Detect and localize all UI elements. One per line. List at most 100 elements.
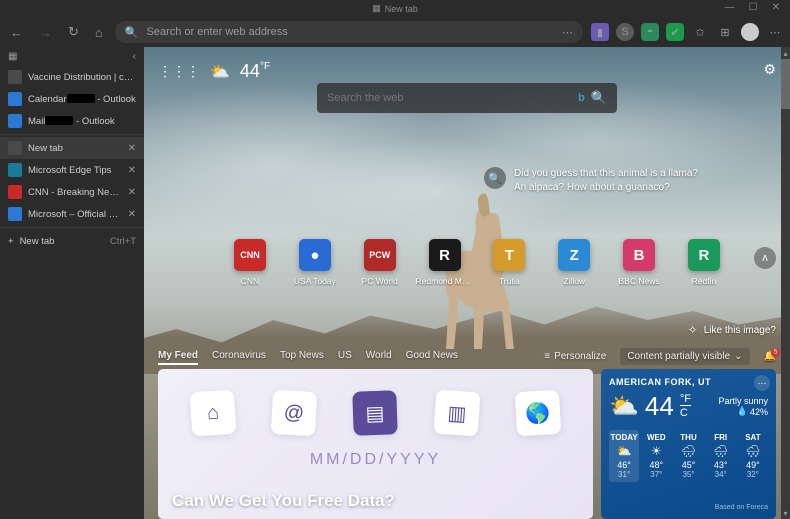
close-button[interactable]: ✕ — [772, 2, 780, 13]
close-tab-button[interactable]: ✕ — [128, 143, 136, 154]
quick-link-tile: ● — [299, 239, 331, 271]
feed-tab[interactable]: World — [366, 348, 392, 365]
weather-card[interactable]: AMERICAN FORK, UT ⋯ ⛅ 44 °FC Partly sunn… — [601, 369, 776, 519]
new-tab-label: New tab — [20, 236, 55, 247]
refresh-button[interactable]: ↻ — [64, 22, 83, 42]
new-vertical-tab-button[interactable]: ▦ — [8, 51, 17, 62]
sidebar-tab[interactable]: New tab✕ — [0, 137, 144, 159]
sidebar-item-label: Mail - Outlook — [28, 116, 136, 127]
page-settings-button[interactable]: ⚙ — [763, 61, 776, 78]
quick-link[interactable]: PCWPC World — [354, 239, 406, 286]
favorites-button[interactable]: ✩ — [691, 23, 709, 41]
content-visibility-dropdown[interactable]: Content partially visible⌄ — [620, 348, 749, 365]
chevron-down-icon: ⌄ — [734, 351, 742, 362]
feed-tab[interactable]: Good News — [406, 348, 458, 365]
minimize-button[interactable]: — — [725, 2, 735, 13]
quick-link-label: Redmond Ma... — [416, 276, 474, 286]
forecast-day[interactable]: FRI🌧43°34° — [706, 430, 736, 482]
extension-icon[interactable]: ◓ — [641, 23, 659, 41]
feed-tab[interactable]: US — [338, 348, 352, 365]
forward-button[interactable]: → — [35, 23, 56, 42]
extension-icon[interactable]: ✔ — [666, 23, 684, 41]
quick-link[interactable]: RRedmond Ma... — [419, 239, 471, 286]
weather-location: AMERICAN FORK, UT — [609, 377, 768, 387]
feed-tab[interactable]: Top News — [280, 348, 324, 365]
quick-link[interactable]: BBBC News — [613, 239, 665, 286]
quick-link[interactable]: ZZillow — [548, 239, 600, 286]
newtab-icon: ▦ — [372, 3, 381, 14]
search-icon[interactable]: 🔍 — [591, 90, 607, 106]
new-tab-button[interactable]: + New tab Ctrl+T — [0, 230, 144, 253]
quick-link[interactable]: RRedfin — [678, 239, 730, 286]
close-tab-button[interactable]: ✕ — [128, 165, 136, 176]
page-scrollbar[interactable]: ▴ ▾ — [781, 47, 790, 519]
document-icon: ▥ — [433, 390, 480, 437]
weather-icon: ⛅ — [609, 392, 639, 421]
collections-button[interactable]: ⊞ — [716, 23, 734, 41]
quick-link[interactable]: CNNCNN — [224, 239, 276, 286]
vertical-tabs-sidebar: ▦ ‹ Vaccine Distribution | coronavirusCa… — [0, 47, 144, 519]
scrollbar-thumb[interactable] — [781, 59, 790, 109]
like-image-button[interactable]: ✧ Like this image? — [688, 323, 776, 337]
back-button[interactable]: ← — [6, 23, 27, 42]
scroll-up-arrow[interactable]: ▴ — [781, 47, 790, 59]
quick-link-label: BBC News — [619, 276, 660, 286]
profile-button[interactable] — [741, 23, 759, 41]
close-tab-button[interactable]: ✕ — [128, 209, 136, 220]
trivia-text: Did you guess that this animal is a llam… — [514, 167, 698, 195]
news-icon: ▤ — [353, 390, 399, 436]
feed-tab[interactable]: Coronavirus — [212, 348, 266, 365]
browser-toolbar: ← → ↻ ⌂ 🔍 Search or enter web address ⋯ … — [0, 17, 790, 47]
weather-icon: ⛅ — [210, 62, 230, 82]
scroll-down-arrow[interactable]: ▾ — [781, 507, 790, 519]
extension-icon[interactable]: ▮ — [591, 23, 609, 41]
weather-icon: 🌨 — [738, 444, 768, 458]
image-trivia[interactable]: 🔍 Did you guess that this animal is a ll… — [484, 167, 698, 195]
weather-more-button[interactable]: ⋯ — [754, 375, 770, 391]
quick-link-label: Trulia — [499, 276, 520, 286]
weather-unit-toggle[interactable]: °FC — [680, 393, 691, 419]
address-bar[interactable]: 🔍 Search or enter web address ⋯ — [115, 21, 583, 43]
sidebar-item[interactable]: Vaccine Distribution | coronavirus — [0, 66, 144, 88]
favicon — [8, 163, 22, 177]
scroll-up-button[interactable]: ʌ — [754, 247, 776, 269]
menu-button[interactable]: ⋯ — [766, 23, 784, 41]
search-input[interactable] — [327, 92, 578, 104]
extension-icon[interactable]: S — [616, 23, 634, 41]
home-button[interactable]: ⌂ — [91, 23, 107, 42]
feed-card[interactable]: ⌂ @ ▤ ▥ 🌎 MM/DD/YYYY Can We Get You Free… — [158, 369, 593, 519]
close-tab-button[interactable]: ✕ — [128, 187, 136, 198]
sidebar-divider — [0, 134, 144, 135]
feed-placeholder: MM/DD/YYYY — [172, 451, 579, 469]
quick-link[interactable]: TTrulia — [483, 239, 535, 286]
maximize-button[interactable]: ☐ — [749, 2, 758, 13]
forecast-day[interactable]: SAT🌨49°32° — [738, 430, 768, 482]
sidebar-item[interactable]: Mail - Outlook — [0, 110, 144, 132]
forecast-day[interactable]: WED☀48°37° — [641, 430, 671, 482]
forecast-day[interactable]: TODAY⛅46°31° — [609, 430, 639, 482]
magnify-icon: 🔍 — [484, 167, 506, 189]
header-weather[interactable]: 44°F — [240, 61, 270, 82]
weather-icon: ☀ — [641, 444, 671, 458]
weather-temp: 44 — [645, 391, 674, 422]
notifications-button[interactable]: 🔔5 — [764, 351, 776, 362]
forecast-day[interactable]: THU🌧45°35° — [673, 430, 703, 482]
quick-link-tile: CNN — [234, 239, 266, 271]
house-icon: ⌂ — [189, 390, 236, 437]
reader-icon[interactable]: ⋯ — [562, 26, 573, 39]
app-launcher-button[interactable]: ⋮⋮⋮ — [158, 63, 200, 80]
collapse-sidebar-button[interactable]: ‹ — [133, 51, 136, 62]
wand-icon: ✧ — [688, 323, 698, 337]
sidebar-item[interactable]: Calendar - Outlook — [0, 88, 144, 110]
favicon — [8, 92, 22, 106]
sidebar-tab[interactable]: Microsoft Edge Tips✕ — [0, 159, 144, 181]
feed-tab[interactable]: My Feed — [158, 348, 198, 365]
personalize-button[interactable]: ≡Personalize — [544, 351, 606, 362]
sidebar-divider — [0, 227, 144, 228]
ntp-search-box[interactable]: b 🔍 — [317, 83, 617, 113]
feed-card-icons: ⌂ @ ▤ ▥ 🌎 — [172, 383, 579, 443]
sidebar-tab[interactable]: Microsoft – Official Home Page✕ — [0, 203, 144, 225]
quick-link[interactable]: ●USA Today — [289, 239, 341, 286]
quick-links: CNNCNN ●USA Today PCWPC World RRedmond Ma..… — [224, 239, 730, 286]
sidebar-tab[interactable]: CNN - Breaking News, Latest News✕ — [0, 181, 144, 203]
